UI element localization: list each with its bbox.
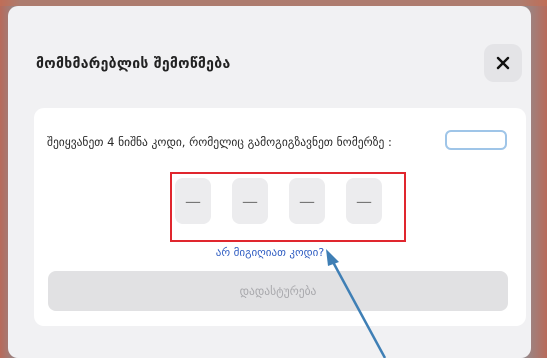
otp-highlight-annotation (170, 172, 406, 242)
close-icon (496, 56, 510, 70)
close-button[interactable] (484, 44, 522, 82)
code-instruction: შეიყვანეთ 4 ნიშნა კოდი, რომელიც გამოგიგზ… (47, 135, 392, 149)
resend-code-link[interactable]: არ მიგიღიათ კოდი? (200, 246, 340, 259)
modal-title: მომხმარებლის შემოწმება (36, 56, 231, 72)
confirm-button[interactable]: დადასტურება (48, 271, 508, 311)
verification-modal: მომხმარებლის შემოწმება შეიყვანეთ 4 ნიშნა… (8, 6, 531, 358)
phone-number-field[interactable] (445, 130, 507, 150)
verification-card: შეიყვანეთ 4 ნიშნა კოდი, რომელიც გამოგიგზ… (34, 108, 526, 326)
